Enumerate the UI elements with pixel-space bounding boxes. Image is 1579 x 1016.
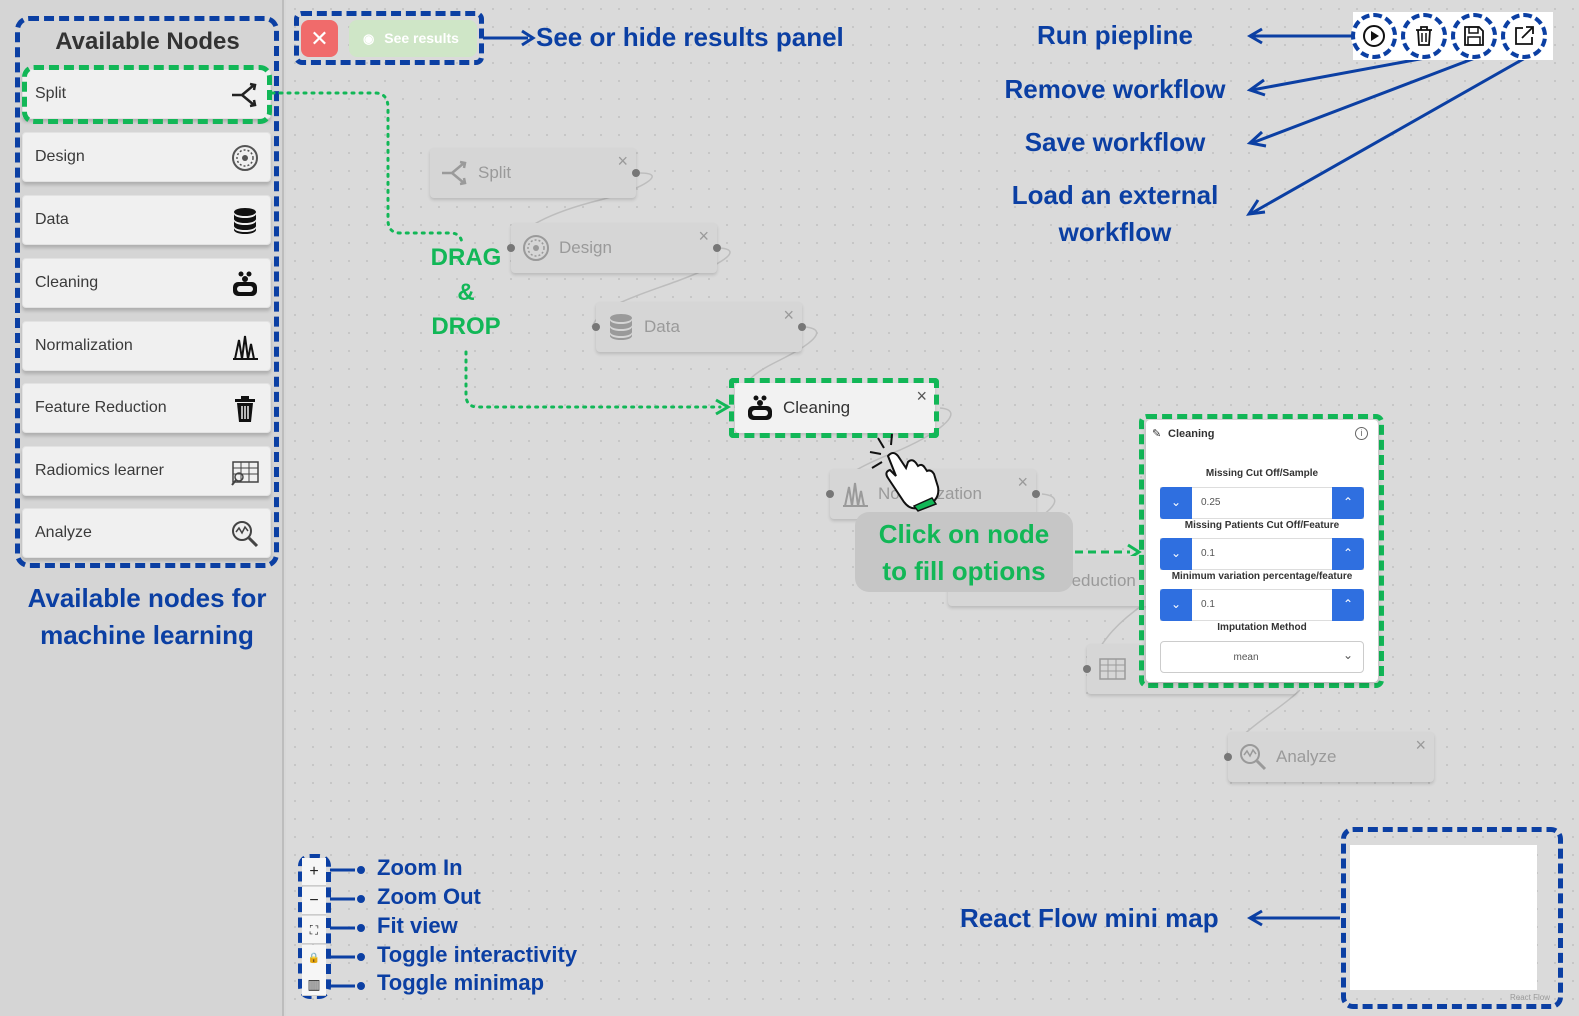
close-node-icon[interactable]: × [698,226,709,247]
decrement-button[interactable]: ⌄ [1160,487,1192,519]
click-hint-line1: Click on node [878,519,1050,549]
zoom-in-annotation: Zoom In [377,855,463,880]
missing-cutoff-sample-stepper[interactable]: ⌄ 0.25 ⌃ [1160,487,1364,519]
see-results-button[interactable]: ◉ See results [349,20,477,57]
node-handle[interactable] [1083,665,1091,673]
close-results-button[interactable]: ✕ [301,20,338,57]
cleaning-highlight [729,378,939,438]
minimap-annotation: React Flow mini map [960,903,1219,933]
node-handle[interactable] [798,323,806,331]
remove-annotation: Remove workflow [1004,74,1226,104]
external-link-icon [1515,26,1534,45]
toggle-interactivity-button[interactable]: 🔒 [302,945,326,973]
node-handle[interactable] [1032,490,1040,498]
info-icon[interactable]: i [1355,427,1368,440]
close-node-icon[interactable]: × [1415,735,1426,756]
close-node-icon[interactable]: × [617,151,628,172]
load-annotation-line2: workflow [1058,217,1172,247]
react-flow-attribution[interactable]: React Flow [1510,993,1550,1002]
node-label: Data [644,317,680,336]
save-workflow-button[interactable] [1451,13,1497,59]
pointer-hand-icon [869,433,940,512]
drag-label-line2: & [457,279,475,306]
database-icon [610,314,632,340]
graph-node-design[interactable]: Design × [507,223,721,273]
missing-patients-cutoff-stepper[interactable]: ⌄ 0.1 ⌃ [1160,538,1364,570]
node-label: Analyze [1276,747,1337,766]
see-results-label: See results [384,30,459,46]
node-label: Split [478,163,512,182]
panel-title: Cleaning [1168,428,1215,440]
zoom-out-annotation: Zoom Out [377,884,481,909]
stepper-value[interactable]: 0.1 [1201,548,1215,559]
close-node-icon[interactable]: × [783,305,794,326]
stepper-value[interactable]: 0.25 [1201,497,1220,508]
save-icon [1464,26,1484,46]
analyze-icon [1240,744,1267,771]
zoom-out-button[interactable]: − [302,887,326,915]
run-pipeline-button[interactable] [1351,13,1397,59]
node-handle[interactable] [632,169,640,177]
trash-icon [1416,26,1432,46]
run-annotation: Run piepline [1037,20,1193,50]
close-node-icon[interactable]: × [1017,472,1028,493]
play-icon [1363,25,1385,47]
results-annotation: See or hide results panel [536,22,844,52]
select-value: mean [1233,652,1259,663]
node-handle[interactable] [1224,753,1232,761]
increment-button[interactable]: ⌃ [1332,538,1364,570]
decrement-button[interactable]: ⌄ [1160,538,1192,570]
graph-node-data[interactable]: Data × [592,302,806,352]
fit-view-button[interactable]: ⛶ [302,916,326,944]
stepper-value[interactable]: 0.1 [1201,599,1215,610]
chevron-down-icon: ⌄ [1342,648,1353,662]
toggle-interactivity-annotation: Toggle interactivity [377,942,578,967]
increment-button[interactable]: ⌃ [1332,487,1364,519]
drag-label-line3: DROP [431,313,501,340]
fit-view-annotation: Fit view [377,913,458,938]
field-label: Minimum variation percentage/feature [1171,571,1353,582]
radiomics-icon [1099,658,1126,680]
min-variation-stepper[interactable]: ⌄ 0.1 ⌃ [1160,589,1364,621]
graph-node-split[interactable]: Split × [430,148,640,198]
save-annotation: Save workflow [1024,127,1206,157]
minimap[interactable] [1350,845,1537,990]
remove-workflow-button[interactable] [1401,13,1447,59]
imputation-label: Imputation Method [1217,622,1307,633]
field-label: Missing Cut Off/Sample [1205,468,1319,479]
field-label: Missing Patients Cut Off/Feature [1184,520,1340,531]
design-icon [523,235,549,261]
click-hint-line2: to fill options [882,556,1046,586]
node-label: Design [559,238,612,257]
node-handle[interactable] [592,323,600,331]
split-icon [442,160,467,186]
eye-icon: ◉ [363,31,375,46]
toggle-minimap-button[interactable]: ▥ [302,972,326,996]
imputation-select[interactable]: mean ⌄ [1160,641,1364,673]
toggle-minimap-annotation: Toggle minimap [377,970,545,995]
load-workflow-button[interactable] [1501,13,1547,59]
load-annotation-line1: Load an external [1011,180,1219,210]
graph-node-analyze[interactable]: Analyze × [1224,732,1434,782]
decrement-button[interactable]: ⌄ [1160,589,1192,621]
increment-button[interactable]: ⌃ [1332,589,1364,621]
node-handle[interactable] [713,244,721,252]
node-handle[interactable] [826,490,834,498]
node-options-panel: ✎ Cleaning i Missing Cut Off/Sample ⌄ 0.… [1146,420,1378,682]
pencil-icon: ✎ [1152,428,1162,440]
zoom-in-button[interactable]: + [302,858,326,886]
drag-label-line1: DRAG [430,244,502,271]
